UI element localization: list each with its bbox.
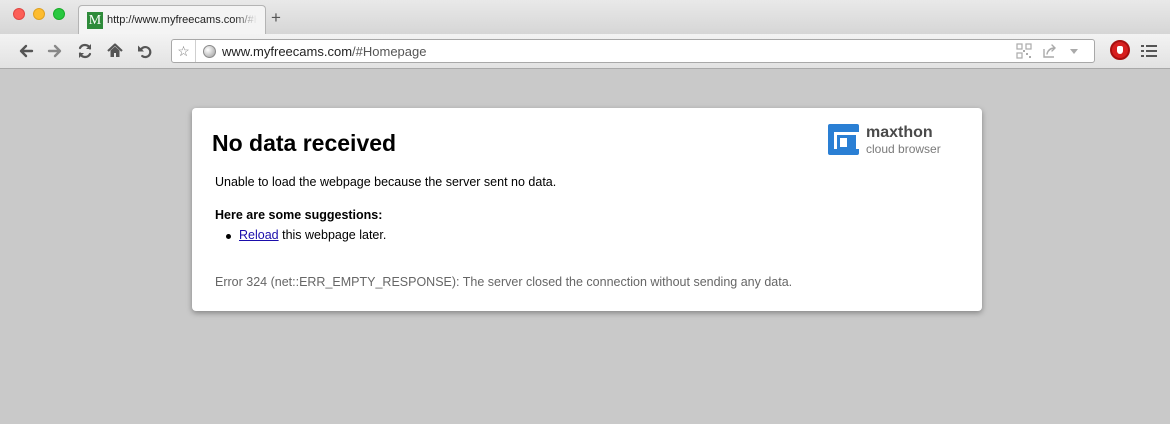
window-minimize-button[interactable] — [33, 8, 45, 20]
bookmark-star-icon[interactable]: ☆ — [172, 40, 196, 62]
suggestions-list: Reload this webpage later. — [225, 228, 387, 242]
logo-tagline: cloud browser — [866, 142, 941, 156]
new-tab-button[interactable]: + — [271, 9, 281, 26]
logo-name: maxthon — [866, 124, 933, 141]
home-icon[interactable] — [106, 42, 124, 60]
title-bar: M http://www.myfreecams.com/#Homepage + — [0, 0, 1170, 35]
tab-favicon-icon: M — [87, 12, 103, 29]
address-bar[interactable]: ☆ www.myfreecams.com/#Homepage — [171, 39, 1095, 63]
tab-title: http://www.myfreecams.com/#Homepage — [107, 14, 257, 26]
maxthon-logo-icon — [828, 124, 859, 155]
error-title: No data received — [212, 130, 397, 156]
browser-toolbar: ☆ www.myfreecams.com/#Homepage — [0, 34, 1170, 69]
share-icon[interactable] — [1042, 43, 1058, 59]
reload-link[interactable]: Reload — [239, 228, 279, 242]
url-host: www.myfreecams.com — [222, 44, 353, 59]
browser-tab[interactable]: M http://www.myfreecams.com/#Homepage — [78, 5, 266, 35]
site-globe-icon — [203, 45, 216, 58]
error-card: No data received maxthon cloud browser U… — [192, 108, 982, 311]
address-url[interactable]: www.myfreecams.com/#Homepage — [222, 44, 426, 59]
url-path: /#Homepage — [352, 44, 427, 59]
dropdown-arrow-icon[interactable] — [1066, 43, 1082, 59]
list-item: Reload this webpage later. — [225, 228, 387, 242]
maxthon-logo: maxthon cloud browser — [828, 123, 958, 157]
window-close-button[interactable] — [13, 8, 25, 20]
suggestions-heading: Here are some suggestions: — [215, 208, 383, 222]
adblock-icon[interactable] — [1110, 40, 1130, 60]
undo-icon[interactable] — [136, 42, 154, 60]
error-message: Unable to load the webpage because the s… — [215, 175, 557, 189]
forward-icon[interactable] — [46, 42, 64, 60]
window-maximize-button[interactable] — [53, 8, 65, 20]
qr-code-icon[interactable] — [1016, 43, 1032, 59]
back-icon[interactable] — [17, 42, 35, 60]
error-code-text: Error 324 (net::ERR_EMPTY_RESPONSE): The… — [215, 275, 793, 289]
reload-icon[interactable] — [76, 42, 94, 60]
menu-icon[interactable] — [1141, 44, 1157, 58]
suggestion-text: this webpage later. — [278, 228, 387, 242]
